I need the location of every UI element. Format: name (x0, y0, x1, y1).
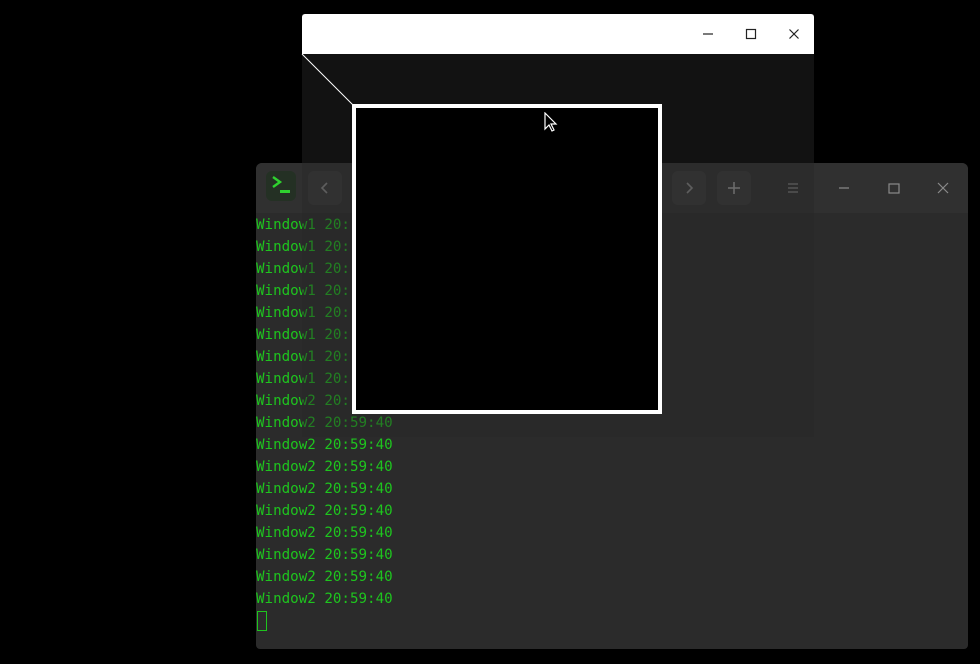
mouse-pointer-icon (544, 112, 558, 132)
magnifier-box (352, 104, 662, 414)
